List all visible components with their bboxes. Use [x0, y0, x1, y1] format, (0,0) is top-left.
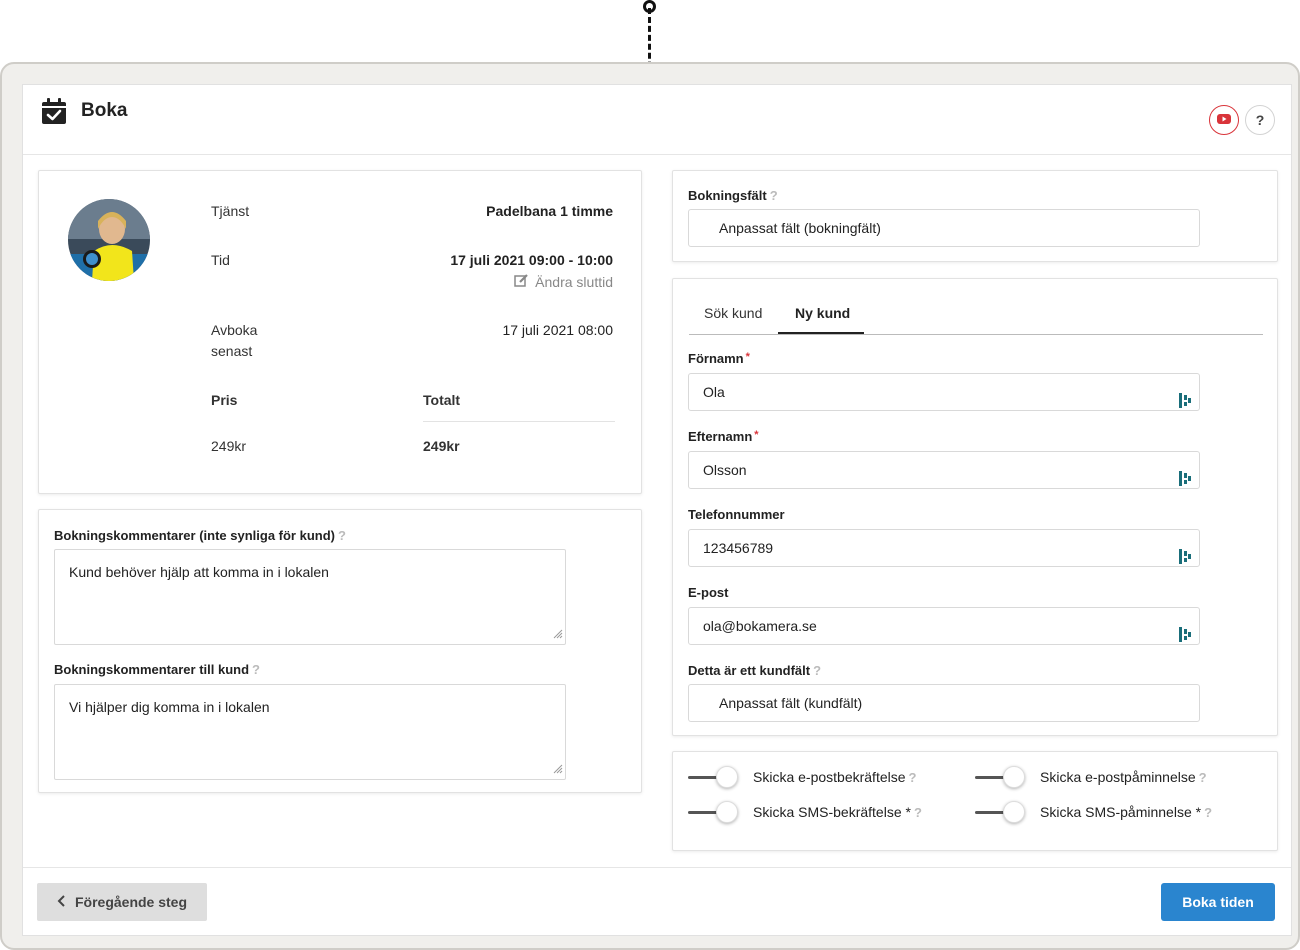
lastname-input[interactable]: Olsson [688, 451, 1200, 489]
booking-summary-card: Tjänst Padelbana 1 timme Tid 17 juli 202… [38, 170, 642, 494]
contact-picker-icon[interactable] [1179, 619, 1191, 655]
change-end-time-link[interactable]: Ändra sluttid [514, 273, 613, 290]
help-button[interactable]: ? [1245, 105, 1275, 135]
custom-customer-field-label: Detta är ett kundfält? [688, 663, 822, 678]
sms-reminder-toggle[interactable] [975, 801, 1027, 823]
chevron-left-icon [57, 894, 65, 910]
help-icon[interactable]: ? [252, 662, 260, 677]
contact-picker-icon[interactable] [1179, 463, 1191, 499]
email-reminder-label: Skicka e-postpåminnelse? [1040, 769, 1207, 785]
sms-reminder-label: Skicka SMS-påminnelse *? [1040, 804, 1213, 820]
book-time-button[interactable]: Boka tiden [1161, 883, 1275, 921]
customer-comment-label: Bokningskommentarer till kund? [54, 662, 260, 677]
internal-comment-textarea[interactable]: Kund behöver hjälp att komma in i lokale… [54, 549, 566, 645]
price-value: 249kr [211, 438, 247, 454]
email-label: E-post [688, 585, 729, 600]
page-title: Boka [81, 100, 128, 121]
price-header: Pris [211, 392, 238, 408]
contact-picker-icon[interactable] [1179, 385, 1191, 421]
resize-handle-icon[interactable] [551, 626, 563, 642]
resize-handle-icon[interactable] [551, 761, 563, 777]
panel-header: Boka ? [23, 85, 1291, 155]
contact-picker-icon[interactable] [1179, 541, 1191, 577]
price-divider [423, 421, 615, 422]
video-help-button[interactable] [1209, 105, 1239, 135]
app-window: Boka ? Tjänst Padelbana 1 timme Tid 17 j… [0, 62, 1300, 950]
firstname-label: Förnamn * [688, 351, 750, 366]
customer-tabs: Sök kund Ny kund [689, 299, 1263, 335]
previous-step-button[interactable]: Föregående steg [37, 883, 207, 921]
booking-panel: Boka ? Tjänst Padelbana 1 timme Tid 17 j… [22, 84, 1292, 936]
youtube-icon [1217, 111, 1231, 129]
tab-new-customer[interactable]: Ny kund [795, 305, 850, 321]
lastname-label: Efternamn * [688, 429, 759, 444]
service-avatar [68, 199, 150, 281]
booking-fields-card: Bokningsfält? Anpassat fält (bokningfält… [672, 170, 1278, 262]
help-icon[interactable]: ? [1199, 770, 1207, 785]
help-icon[interactable]: ? [914, 805, 922, 820]
panel-footer: Föregående steg Boka tiden [23, 867, 1291, 935]
booking-field-label: Bokningsfält? [688, 188, 778, 203]
total-value: 249kr [423, 438, 460, 454]
tab-search-customer[interactable]: Sök kund [704, 305, 762, 321]
customer-card: Sök kund Ny kund Förnamn * Ola Efternamn *… [672, 278, 1278, 736]
custom-customer-field-input[interactable]: Anpassat fält (kundfält) [688, 684, 1200, 722]
cancel-deadline-value: 17 juli 2021 08:00 [502, 322, 613, 338]
comments-card: Bokningskommentarer (inte synliga för ku… [38, 509, 642, 793]
email-confirmation-label: Skicka e-postbekräftelse? [753, 769, 917, 785]
help-icon[interactable]: ? [1204, 805, 1212, 820]
help-icon[interactable]: ? [770, 188, 778, 203]
help-icon[interactable]: ? [338, 528, 346, 543]
notifications-card: Skicka e-postbekräftelse? Skicka e-postp… [672, 751, 1278, 851]
active-tab-indicator [778, 332, 864, 334]
help-icon[interactable]: ? [813, 663, 821, 678]
email-input[interactable]: ola@bokamera.se [688, 607, 1200, 645]
help-icon[interactable]: ? [909, 770, 917, 785]
sms-confirmation-label: Skicka SMS-bekräftelse *? [753, 804, 922, 820]
service-value: Padelbana 1 timme [486, 203, 613, 219]
total-header: Totalt [423, 392, 461, 408]
phone-label: Telefonnummer [688, 507, 785, 522]
change-end-time-label: Ändra sluttid [535, 273, 613, 290]
booking-custom-field-input[interactable]: Anpassat fält (bokningfält) [688, 209, 1200, 247]
cancel-deadline-label-line2: senast [211, 343, 253, 359]
phone-input[interactable]: 123456789 [688, 529, 1200, 567]
firstname-input[interactable]: Ola [688, 373, 1200, 411]
cancel-deadline-label-line1: Avboka [211, 322, 258, 338]
service-label: Tjänst [211, 203, 250, 219]
time-value: 17 juli 2021 09:00 - 10:00 [450, 252, 613, 268]
customer-comment-textarea[interactable]: Vi hjälper dig komma in i lokalen [54, 684, 566, 780]
calendar-check-icon [41, 97, 67, 130]
time-label: Tid [211, 252, 230, 268]
email-confirmation-toggle[interactable] [688, 766, 740, 788]
edit-icon [514, 273, 529, 290]
internal-comment-label: Bokningskommentarer (inte synliga för ku… [54, 528, 346, 543]
sms-confirmation-toggle[interactable] [688, 801, 740, 823]
email-reminder-toggle[interactable] [975, 766, 1027, 788]
